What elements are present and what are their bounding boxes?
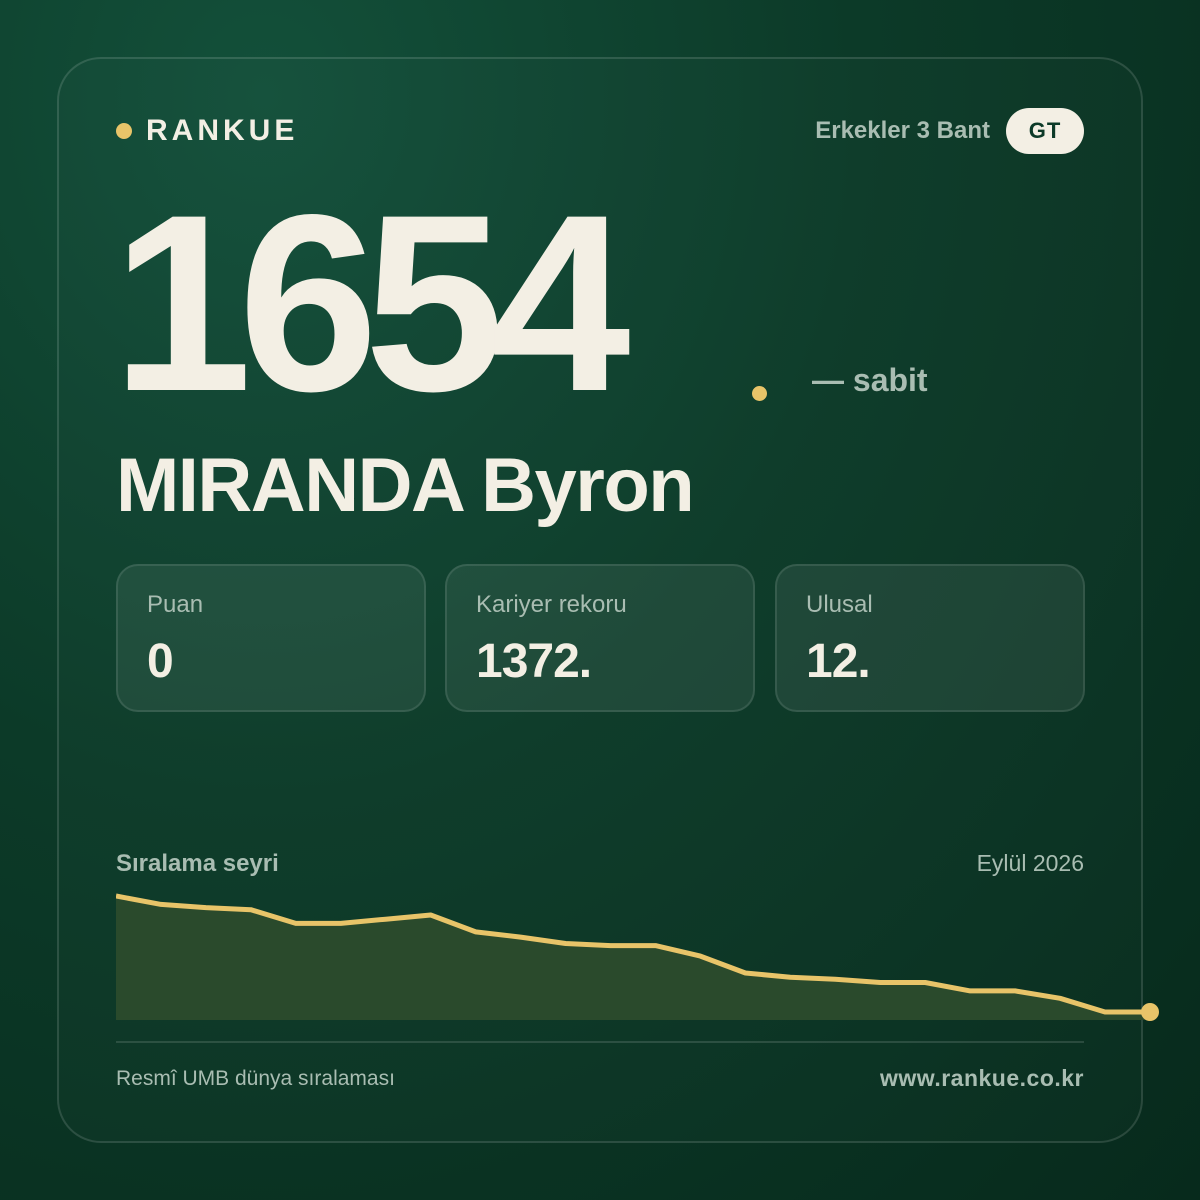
rank-dot-icon	[752, 386, 767, 401]
rank-change: — sabit	[812, 362, 928, 398]
stat-label: Kariyer rekoru	[476, 591, 627, 618]
player-name: MIRANDA Byron	[116, 443, 695, 528]
ranking-trend-chart	[116, 893, 1159, 1021]
footer-divider	[116, 1041, 1084, 1043]
stat-value: 1372.	[476, 635, 592, 688]
footer-source: Resmî UMB dünya sıralaması	[116, 1067, 395, 1090]
stat-card-national: Ulusal 12.	[775, 564, 1085, 712]
brand: RANKUE	[116, 114, 298, 148]
stat-card-points: Puan 0	[116, 564, 426, 712]
trend-date: Eylül 2026	[976, 850, 1084, 876]
brand-dot-icon	[116, 123, 132, 139]
footer-website: www.rankue.co.kr	[880, 1065, 1084, 1091]
stat-label: Ulusal	[806, 591, 873, 618]
stat-value: 0	[147, 635, 174, 688]
brand-name: RANKUE	[146, 114, 299, 147]
trend-title: Sıralama seyri	[116, 850, 279, 877]
category: Erkekler 3 Bant GT	[815, 108, 1084, 154]
country-badge: GT	[1006, 108, 1084, 154]
stat-label: Puan	[147, 591, 204, 618]
current-rank-marker	[1141, 1003, 1159, 1021]
world-rank: 1654	[112, 163, 631, 444]
stat-card-career-best: Kariyer rekoru 1372.	[445, 564, 755, 712]
stat-value: 12.	[806, 635, 871, 688]
category-label: Erkekler 3 Bant	[815, 117, 990, 144]
